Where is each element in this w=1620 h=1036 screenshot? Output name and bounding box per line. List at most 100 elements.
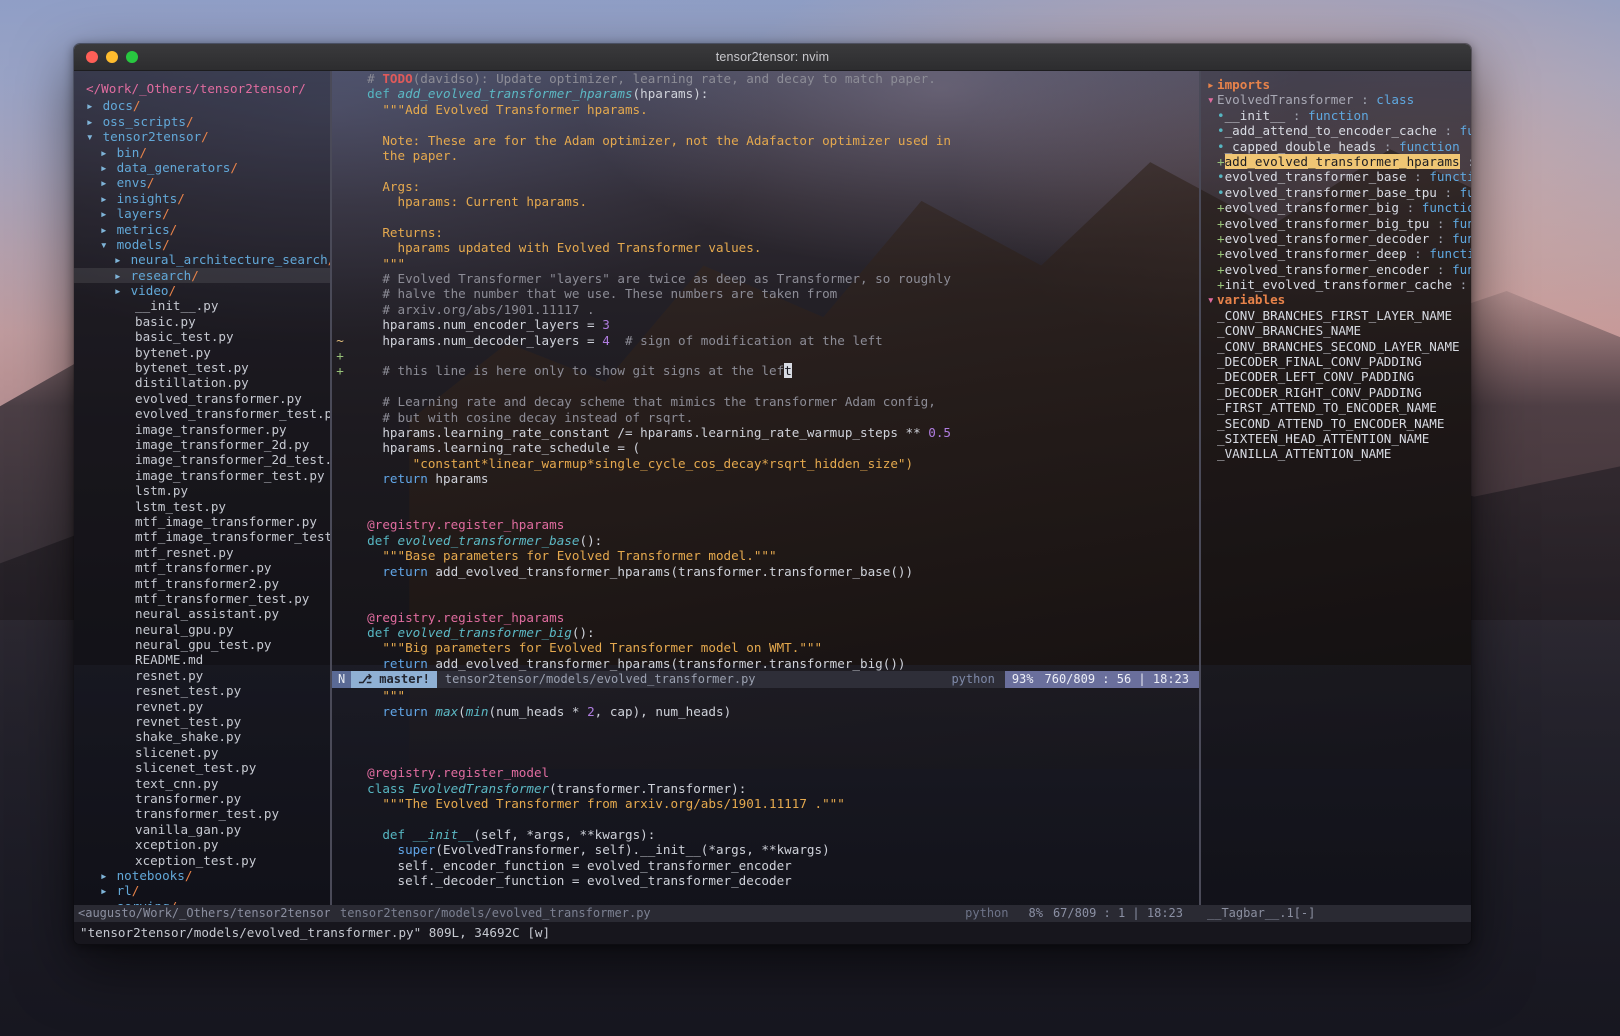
file-tree-item[interactable]: ▸ bin/: [74, 145, 330, 160]
editor-pane[interactable]: # TODO(davidso): Update optimizer, learn…: [332, 71, 1199, 905]
file-tree-item[interactable]: revnet.py: [74, 699, 330, 714]
tagbar-item[interactable]: +init_evolved_transformer_cache : fun: [1207, 277, 1471, 292]
file-tree-item[interactable]: ▸ data_generators/: [74, 160, 330, 175]
file-tree-item[interactable]: xception.py: [74, 837, 330, 852]
file-tree-item[interactable]: image_transformer.py: [74, 422, 330, 437]
file-tree-item[interactable]: text_cnn.py: [74, 776, 330, 791]
file-tree-item[interactable]: xception_test.py: [74, 853, 330, 868]
tagbar-item[interactable]: _DECODER_FINAL_CONV_PADDING: [1207, 354, 1471, 369]
fold-open-icon[interactable]: ▾: [1207, 292, 1217, 307]
file-tree-item[interactable]: transformer.py: [74, 791, 330, 806]
file-tree-item[interactable]: neural_gpu_test.py: [74, 637, 330, 652]
tagbar-item[interactable]: _SECOND_ATTEND_TO_ENCODER_NAME: [1207, 416, 1471, 431]
file-tree-item[interactable]: mtf_image_transformer.py: [74, 514, 330, 529]
file-tree-item[interactable]: resnet_test.py: [74, 683, 330, 698]
file-tree-pane[interactable]: </Work/_Others/tensor2tensor/ ▸ docs/▸ o…: [74, 71, 330, 905]
file-tree-item[interactable]: neural_assistant.py: [74, 606, 330, 621]
tagbar-item[interactable]: _CONV_BRANCHES_NAME: [1207, 323, 1471, 338]
tag-public-icon: +: [1217, 277, 1225, 293]
tagbar-item[interactable]: •evolved_transformer_base_tpu : funct: [1207, 185, 1471, 200]
tagbar-item[interactable]: _CONV_BRANCHES_SECOND_LAYER_NAME: [1207, 339, 1471, 354]
tagbar-item[interactable]: ▾ variables: [1207, 292, 1471, 307]
file-tree-item-label: slicenet_test.py: [135, 760, 257, 776]
tagbar-item[interactable]: +evolved_transformer_decoder : functi: [1207, 231, 1471, 246]
tagbar-item[interactable]: •_add_attend_to_encoder_cache : funct: [1207, 123, 1471, 138]
tagbar-separator: :: [1398, 200, 1422, 216]
git-sign-empty: [332, 302, 348, 317]
tagbar-item[interactable]: +add_evolved_transformer_hparams : fu: [1207, 153, 1471, 169]
file-tree-item[interactable]: neural_gpu.py: [74, 622, 330, 637]
tagbar-item[interactable]: _VANILLA_ATTENTION_NAME: [1207, 446, 1471, 461]
file-tree-item[interactable]: bytenet.py: [74, 345, 330, 360]
tagbar-item[interactable]: +evolved_transformer_deep : function: [1207, 246, 1471, 261]
file-tree-item[interactable]: ▾ models/: [74, 237, 330, 252]
code-line-text: # TODO(davidso): Update optimizer, learn…: [348, 71, 936, 86]
file-tree-item[interactable]: ▸ insights/: [74, 191, 330, 206]
file-tree-item[interactable]: evolved_transformer.py: [74, 391, 330, 406]
chevron-right-icon: ▸: [100, 159, 108, 175]
file-tree-item[interactable]: ▸ notebooks/: [74, 868, 330, 883]
file-tree-item[interactable]: ▸ research/: [74, 267, 330, 284]
file-tree-item[interactable]: bytenet_test.py: [74, 360, 330, 375]
file-tree-item[interactable]: ▸ video/: [74, 283, 330, 298]
tagbar-item[interactable]: ▾ EvolvedTransformer : class: [1207, 92, 1471, 107]
file-tree-item[interactable]: shake_shake.py: [74, 729, 330, 744]
file-tree-item[interactable]: image_transformer_test.py: [74, 468, 330, 483]
tagbar-item[interactable]: +evolved_transformer_encoder : functi: [1207, 262, 1471, 277]
file-tree-item[interactable]: revnet_test.py: [74, 714, 330, 729]
file-tree-item[interactable]: mtf_transformer_test.py: [74, 591, 330, 606]
tagbar-item[interactable]: ▸ imports: [1207, 77, 1471, 92]
git-sign-empty: [332, 781, 348, 796]
tag-private-icon: •: [1217, 169, 1225, 185]
file-tree-item[interactable]: mtf_transformer.py: [74, 560, 330, 575]
file-tree-item[interactable]: slicenet.py: [74, 745, 330, 760]
tagbar-item[interactable]: +evolved_transformer_big : function: [1207, 200, 1471, 215]
file-tree-item[interactable]: basic_test.py: [74, 329, 330, 344]
tagbar-pane[interactable]: ▸ imports ▾ EvolvedTransformer : class •__i…: [1201, 71, 1471, 905]
fold-closed-icon[interactable]: ▸: [1207, 77, 1217, 92]
command-line[interactable]: "tensor2tensor/models/evolved_transforme…: [74, 922, 1471, 944]
tagbar-item[interactable]: •_capped_double_heads : function: [1207, 139, 1471, 154]
file-tree-item[interactable]: lstm.py: [74, 483, 330, 498]
file-tree-item[interactable]: ▸ metrics/: [74, 222, 330, 237]
tagbar-item[interactable]: _FIRST_ATTEND_TO_ENCODER_NAME: [1207, 400, 1471, 415]
file-tree-item[interactable]: ▸ layers/: [74, 206, 330, 221]
file-tree-item[interactable]: basic.py: [74, 314, 330, 329]
file-tree-item[interactable]: image_transformer_2d_test.py: [74, 452, 330, 467]
tagbar-item[interactable]: _DECODER_RIGHT_CONV_PADDING: [1207, 385, 1471, 400]
tagbar-item[interactable]: +evolved_transformer_big_tpu : functi: [1207, 216, 1471, 231]
file-tree-item[interactable]: evolved_transformer_test.py: [74, 406, 330, 421]
tagbar-item[interactable]: _SIXTEEN_HEAD_ATTENTION_NAME: [1207, 431, 1471, 446]
file-tree-item[interactable]: mtf_image_transformer_test.p: [74, 529, 330, 544]
file-tree-item[interactable]: ▸ envs/: [74, 175, 330, 190]
code-line-text: the paper.: [348, 148, 458, 163]
fold-open-icon[interactable]: ▾: [1207, 92, 1217, 107]
tagbar-list[interactable]: ▸ imports ▾ EvolvedTransformer : class •__i…: [1207, 77, 1471, 462]
file-tree-item[interactable]: distillation.py: [74, 375, 330, 390]
file-tree-item[interactable]: README.md: [74, 652, 330, 667]
tagbar-item[interactable]: _DECODER_LEFT_CONV_PADDING: [1207, 369, 1471, 384]
editor-buffer-top[interactable]: # TODO(davidso): Update optimizer, learn…: [332, 71, 1199, 671]
code-token: 2: [587, 703, 595, 719]
file-tree-item[interactable]: ▸ docs/: [74, 98, 330, 113]
code-token: """The Evolved Transformer from arxiv.or…: [352, 795, 845, 811]
file-tree-item[interactable]: image_transformer_2d.py: [74, 437, 330, 452]
file-tree-item[interactable]: ▸ neural_architecture_search/: [74, 252, 330, 267]
file-tree-item[interactable]: resnet.py: [74, 668, 330, 683]
tagbar-item[interactable]: •evolved_transformer_base : function: [1207, 169, 1471, 184]
file-tree-item[interactable]: slicenet_test.py: [74, 760, 330, 775]
tagbar-item[interactable]: _CONV_BRANCHES_FIRST_LAYER_NAME: [1207, 308, 1471, 323]
file-tree-item[interactable]: lstm_test.py: [74, 499, 330, 514]
file-tree-item[interactable]: ▸ rl/: [74, 883, 330, 898]
code-line: return max(min(num_heads * 2, cap), num_…: [332, 704, 1199, 719]
file-tree-item[interactable]: __init__.py: [74, 298, 330, 313]
file-tree-item[interactable]: mtf_transformer2.py: [74, 576, 330, 591]
file-tree-item[interactable]: mtf_resnet.py: [74, 545, 330, 560]
file-tree-item[interactable]: transformer_test.py: [74, 806, 330, 821]
file-tree-item[interactable]: vanilla_gan.py: [74, 822, 330, 837]
tagbar-item[interactable]: •__init__ : function: [1207, 108, 1471, 123]
editor-buffer-bottom[interactable]: """ return max(min(num_heads * 2, cap), …: [332, 688, 1199, 905]
file-tree-item[interactable]: ▾ tensor2tensor/: [74, 129, 330, 144]
file-tree-list[interactable]: ▸ docs/▸ oss_scripts/▾ tensor2tensor/▸ b…: [74, 98, 330, 905]
file-tree-item[interactable]: ▸ oss_scripts/: [74, 114, 330, 129]
